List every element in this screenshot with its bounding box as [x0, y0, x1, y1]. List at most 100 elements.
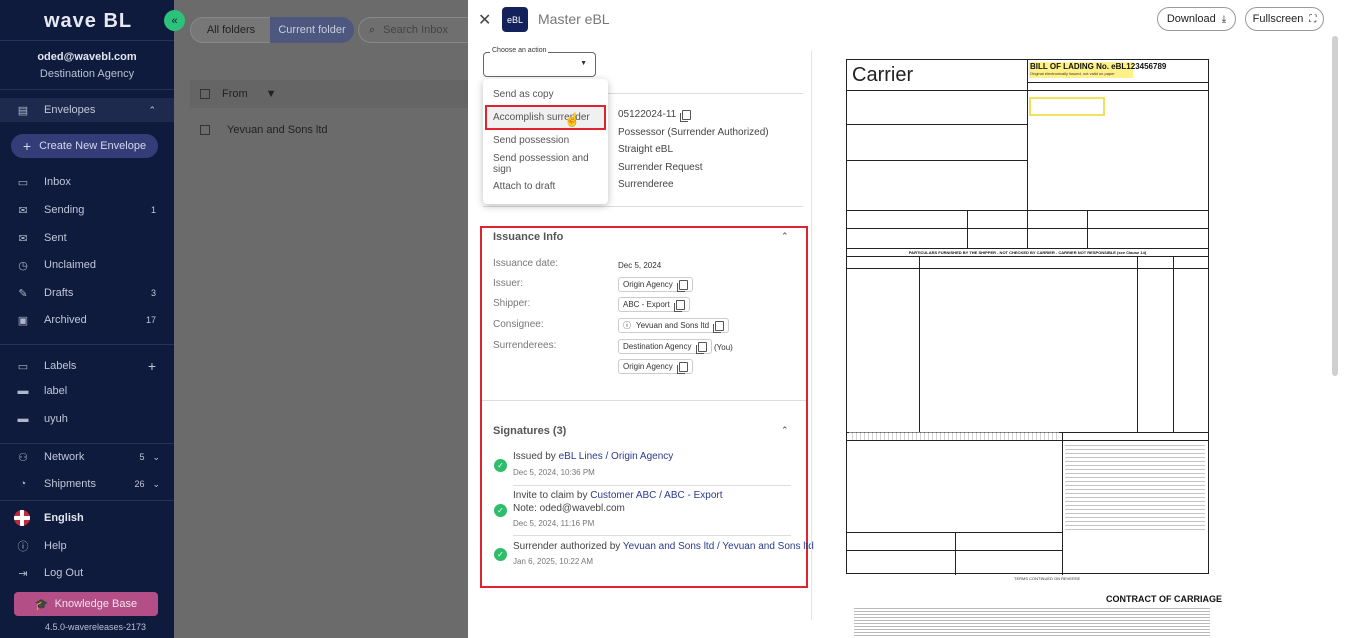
sidebar-item-label: Drafts	[44, 287, 74, 299]
fullscreen-button[interactable]: Fullscreen ⛶	[1245, 7, 1324, 31]
list-item[interactable]: Yevuan and Sons ltd	[190, 118, 468, 142]
chevron-down-icon: ⌄	[152, 451, 160, 462]
language-selector[interactable]: English	[0, 507, 174, 529]
sidebar-label-text: uyuh	[44, 413, 68, 425]
shipments-icon: ◔	[19, 478, 27, 490]
sidebar-item-sending[interactable]: ✉ Sending 1	[0, 199, 174, 221]
version-label: 4.5.0-wavereleases-2173	[45, 622, 147, 632]
divider	[483, 206, 803, 207]
doc-line	[955, 532, 956, 575]
sidebar-item-label: Inbox	[44, 176, 71, 188]
particulars-band: PARTICULARS FURNISHED BY THE SHIPPER - N…	[847, 248, 1208, 257]
caret-down-icon: ▼	[580, 60, 587, 67]
sidebar-item-label: Sending	[44, 204, 85, 216]
shipper-label: Shipper:	[493, 298, 531, 309]
action-send-possession[interactable]: Send possession	[483, 129, 608, 152]
copy-icon[interactable]	[680, 109, 692, 122]
copy-icon[interactable]	[695, 341, 707, 354]
tab-current-folder[interactable]: Current folder	[270, 17, 354, 43]
sending-icon: ✉	[18, 204, 28, 217]
doc-line	[847, 210, 1208, 211]
inbox-icon: ▭	[17, 176, 29, 189]
chevron-up-icon[interactable]: ⌃	[781, 425, 789, 436]
chevron-up-icon[interactable]: ⌃	[781, 231, 789, 242]
sidebar-help[interactable]: ⓘ Help	[0, 535, 174, 557]
sidebar-labels-title: Labels	[44, 360, 77, 372]
select-all-checkbox[interactable]	[200, 89, 210, 99]
logout-label: Log Out	[44, 567, 84, 579]
knowledge-base-label: Knowledge Base	[54, 598, 138, 610]
envelope-list: All folders Current folder ⌕ Search Inbo…	[174, 0, 468, 638]
knowledge-base-button[interactable]: 🎓 Knowledge Base	[14, 592, 158, 616]
issuer-label: Issuer:	[493, 278, 524, 289]
detail-ebl-number: 05122024-11	[618, 106, 769, 124]
sidebar-item-unclaimed[interactable]: ◷ Unclaimed	[0, 254, 174, 276]
chevron-double-left-icon[interactable]: «	[164, 10, 185, 31]
signatures-title: Signatures (3)	[493, 425, 567, 437]
copy-icon[interactable]	[713, 320, 725, 333]
copy-icon[interactable]	[673, 299, 685, 312]
signature-party: eBL Lines / Origin Agency	[558, 451, 674, 462]
signature-date: Dec 5, 2024, 11:16 PM	[513, 519, 595, 528]
search-input[interactable]: ⌕ Search Inbox	[358, 17, 468, 43]
column-from: From	[222, 88, 248, 100]
copy-icon[interactable]	[676, 279, 688, 292]
copy-icon[interactable]	[676, 361, 688, 374]
shipper-value: ABC - Export	[623, 300, 670, 309]
signature-note: Note: oded@wavebl.com	[513, 503, 625, 514]
plus-icon: +	[22, 138, 32, 154]
label-dot-icon: ▬	[17, 385, 29, 397]
action-send-as-copy[interactable]: Send as copy	[483, 83, 608, 106]
highlight-yellow-box	[1029, 97, 1105, 116]
sidebar-labels[interactable]: ▭ Labels +	[0, 355, 174, 377]
clock-icon: ◷	[18, 259, 28, 272]
action-attach-to-draft[interactable]: Attach to draft	[483, 175, 608, 198]
sidebar-item-archived[interactable]: ▣ Archived 17	[0, 309, 174, 331]
consignee-value: Yevuan and Sons ltd	[636, 321, 710, 330]
close-icon[interactable]: ✕	[478, 10, 491, 30]
ebl-details: 05122024-11 Possessor (Surrender Authori…	[618, 106, 769, 194]
search-icon: ⌕	[369, 23, 376, 36]
scrollbar[interactable]	[1332, 36, 1338, 376]
app-logo: wave BL	[44, 10, 133, 32]
issuance-date-value: Dec 5, 2024	[618, 261, 662, 270]
detail-type: Straight eBL	[618, 144, 674, 156]
sidebar-item-count: 1	[150, 205, 156, 215]
action-accomplish-surrender[interactable]: Accomplish surrender	[485, 105, 606, 130]
sidebar-item-label: Archived	[44, 314, 87, 326]
download-button[interactable]: Download ⤓	[1157, 7, 1236, 31]
filter-icon[interactable]: ▼	[266, 88, 277, 100]
add-label-icon[interactable]: +	[148, 358, 156, 374]
info-icon[interactable]: ⓘ	[623, 320, 631, 331]
surrenderees-label: Surrenderees:	[493, 340, 557, 351]
sidebar-item-count: 5	[139, 452, 145, 462]
surrenderee-chip: Destination Agency	[618, 339, 712, 354]
tab-all-folders[interactable]: All folders	[190, 17, 272, 43]
doc-line	[847, 160, 1028, 161]
row-checkbox[interactable]	[200, 125, 210, 135]
action-send-possession-and-sign[interactable]: Send possession and sign	[483, 152, 608, 175]
logout-icon: ⇥	[18, 567, 28, 580]
signature-text: Issued by eBL Lines / Origin Agency	[513, 451, 673, 462]
action-select[interactable]: ▼	[483, 52, 596, 77]
fullscreen-label: Fullscreen	[1252, 13, 1304, 25]
sidebar-item-shipments[interactable]: ◔ Shipments 26 ⌄	[0, 473, 174, 495]
uk-flag-icon	[14, 510, 30, 526]
sidebar-item-inbox[interactable]: ▭ Inbox	[0, 171, 174, 193]
create-envelope-button[interactable]: + Create New Envelope	[11, 134, 158, 158]
sidebar-logout[interactable]: ⇥ Log Out	[0, 562, 174, 584]
sidebar-item-drafts[interactable]: ✎ Drafts 3	[0, 282, 174, 304]
sidebar-envelopes[interactable]: ▤ Envelopes ⌃	[0, 98, 174, 122]
sidebar-item-label: Unclaimed	[44, 259, 96, 271]
chevron-down-icon: ⌄	[152, 478, 160, 489]
sidebar-item-sent[interactable]: ✉ Sent	[0, 227, 174, 249]
chevron-up-icon: ⌃	[148, 104, 156, 115]
consignee-chip: ⓘ Yevuan and Sons ltd	[618, 318, 730, 333]
detail-role: Possessor (Surrender Authorized)	[618, 126, 769, 138]
doc-line	[1137, 257, 1138, 432]
sidebar-label-item[interactable]: ▬ label	[0, 380, 174, 402]
sidebar-item-network[interactable]: ⚇ Network 5 ⌄	[0, 446, 174, 468]
ebl-modal: ✕ eBL Master eBL Download ⤓ Fullscreen ⛶…	[468, 0, 1347, 638]
sidebar-label-item[interactable]: ▬ uyuh	[0, 408, 174, 430]
divider	[513, 535, 791, 536]
